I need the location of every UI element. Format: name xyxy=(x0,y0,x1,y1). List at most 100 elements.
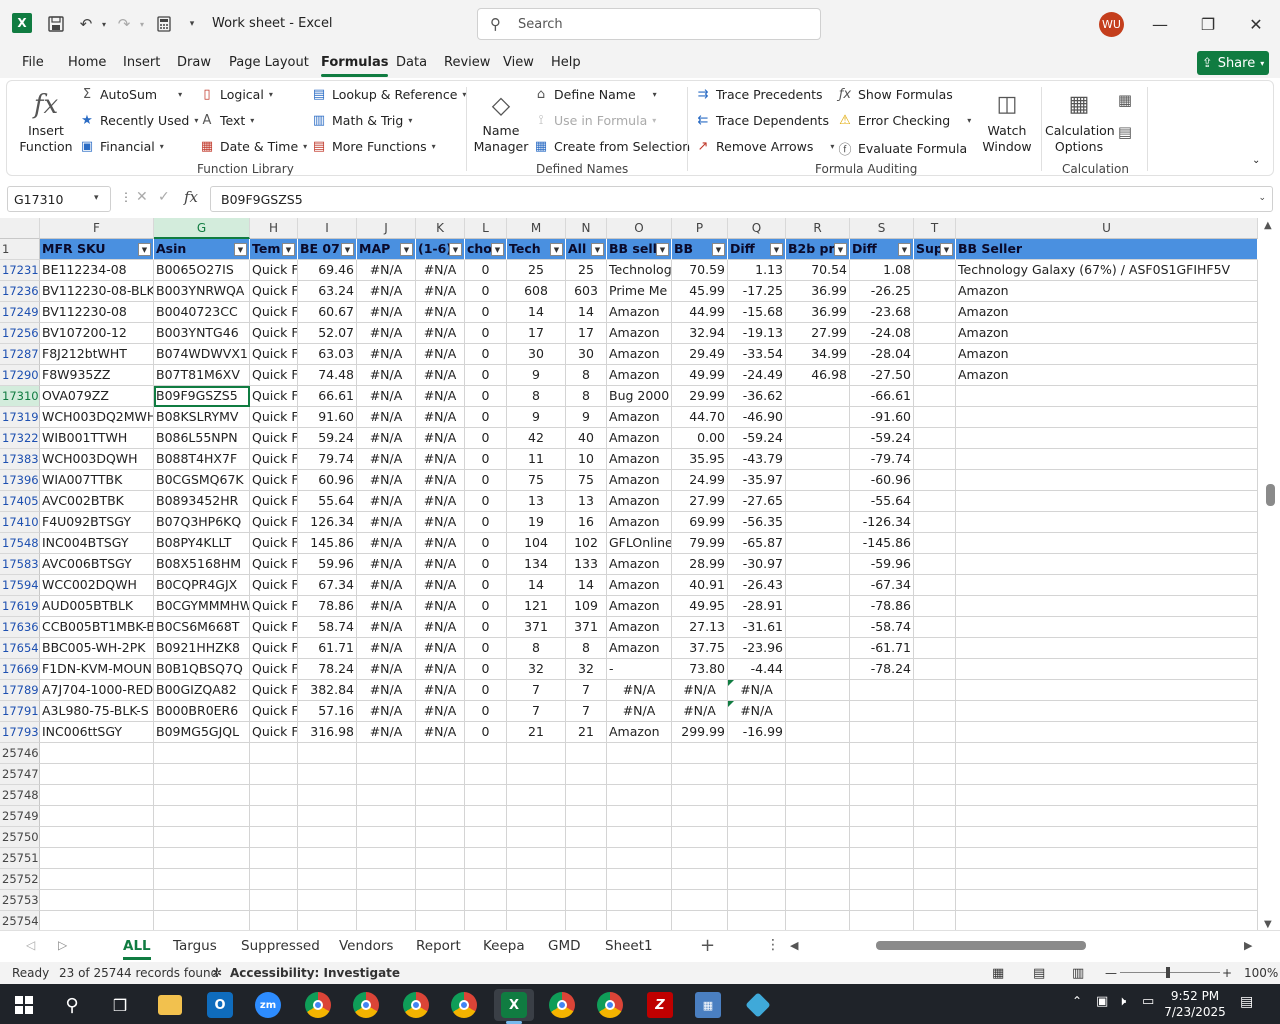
table-cell[interactable]: B086L55NPN xyxy=(154,428,250,449)
table-cell[interactable] xyxy=(672,764,728,785)
table-cell[interactable]: 30 xyxy=(507,344,566,365)
sheet-tab-all[interactable]: ALL xyxy=(123,938,151,960)
table-cell[interactable] xyxy=(786,743,850,764)
row-header[interactable]: 17290 xyxy=(0,365,40,386)
table-cell[interactable]: Quick F xyxy=(250,596,298,617)
table-cell[interactable]: B07Q3HP6KQ xyxy=(154,512,250,533)
table-cell[interactable]: 69.99 xyxy=(672,512,728,533)
table-header-cell[interactable]: BB Seller xyxy=(956,239,1258,260)
table-header-cell[interactable]: Diff ▼ xyxy=(850,239,914,260)
table-cell[interactable] xyxy=(728,764,786,785)
table-cell[interactable] xyxy=(914,554,956,575)
minimize-icon[interactable]: — xyxy=(1137,10,1183,38)
row-header[interactable]: 17791 xyxy=(0,701,40,722)
scroll-down-icon[interactable]: ▼ xyxy=(1264,919,1272,930)
create-from-selection-button[interactable]: ▦ Create from Selection xyxy=(533,139,690,154)
table-cell[interactable]: -28.91 xyxy=(728,596,786,617)
table-cell[interactable]: -36.62 xyxy=(728,386,786,407)
table-cell[interactable] xyxy=(914,302,956,323)
table-cell[interactable]: 0 xyxy=(465,491,507,512)
row-header[interactable]: 1 xyxy=(0,239,40,260)
table-cell[interactable] xyxy=(956,785,1258,806)
table-cell[interactable] xyxy=(672,785,728,806)
table-cell[interactable] xyxy=(465,890,507,911)
table-cell[interactable] xyxy=(914,323,956,344)
table-cell[interactable]: 37.75 xyxy=(672,638,728,659)
table-cell[interactable] xyxy=(786,554,850,575)
table-cell[interactable] xyxy=(40,890,154,911)
table-cell[interactable] xyxy=(357,848,416,869)
table-cell[interactable]: 7 xyxy=(507,680,566,701)
table-cell[interactable]: 126.34 xyxy=(298,512,357,533)
table-cell[interactable]: AVC006BTSGY xyxy=(40,554,154,575)
table-cell[interactable] xyxy=(357,911,416,930)
tab-help[interactable]: Help xyxy=(551,55,581,70)
table-cell[interactable] xyxy=(728,806,786,827)
table-cell[interactable] xyxy=(566,743,607,764)
chrome-profile-icon[interactable] xyxy=(396,989,436,1021)
table-cell[interactable]: 30 xyxy=(566,344,607,365)
table-cell[interactable]: -4.44 xyxy=(728,659,786,680)
row-header[interactable]: 25754 xyxy=(0,911,40,930)
column-header[interactable]: T xyxy=(914,218,956,239)
table-cell[interactable] xyxy=(298,890,357,911)
table-cell[interactable] xyxy=(607,890,672,911)
table-cell[interactable] xyxy=(507,743,566,764)
table-cell[interactable] xyxy=(956,848,1258,869)
table-cell[interactable]: B0CGSMQ67K xyxy=(154,470,250,491)
table-cell[interactable]: AVC002BTBK xyxy=(40,491,154,512)
table-cell[interactable]: 0.00 xyxy=(672,428,728,449)
table-header-cell[interactable]: (1-6) ▼ xyxy=(416,239,465,260)
table-cell[interactable]: B003YNRWQA xyxy=(154,281,250,302)
table-cell[interactable] xyxy=(786,890,850,911)
table-cell[interactable]: 66.61 xyxy=(298,386,357,407)
table-cell[interactable]: #N/A xyxy=(357,617,416,638)
table-cell[interactable]: -28.04 xyxy=(850,344,914,365)
table-cell[interactable]: 13 xyxy=(566,491,607,512)
table-cell[interactable]: B0040723CC xyxy=(154,302,250,323)
table-cell[interactable] xyxy=(956,554,1258,575)
table-cell[interactable] xyxy=(566,869,607,890)
table-cell[interactable]: 9 xyxy=(507,407,566,428)
row-header[interactable]: 17669 xyxy=(0,659,40,680)
table-cell[interactable]: 70.54 xyxy=(786,260,850,281)
table-cell[interactable] xyxy=(416,869,465,890)
table-cell[interactable]: #N/A xyxy=(357,302,416,323)
table-cell[interactable]: 49.99 xyxy=(672,365,728,386)
table-cell[interactable]: Amazon xyxy=(607,575,672,596)
table-cell[interactable] xyxy=(956,827,1258,848)
row-header[interactable]: 17594 xyxy=(0,575,40,596)
table-cell[interactable] xyxy=(416,743,465,764)
row-header[interactable]: 17256 xyxy=(0,323,40,344)
table-cell[interactable]: B074WDWVX1 xyxy=(154,344,250,365)
table-cell[interactable]: 0 xyxy=(465,512,507,533)
table-cell[interactable] xyxy=(40,806,154,827)
tab-formulas[interactable]: Formulas xyxy=(321,55,389,77)
table-cell[interactable] xyxy=(914,722,956,743)
table-cell[interactable] xyxy=(728,827,786,848)
table-cell[interactable]: #N/A xyxy=(357,323,416,344)
table-cell[interactable] xyxy=(850,848,914,869)
table-cell[interactable]: 75 xyxy=(566,470,607,491)
table-cell[interactable]: #N/A xyxy=(416,323,465,344)
table-cell[interactable] xyxy=(566,890,607,911)
table-cell[interactable]: -58.74 xyxy=(850,617,914,638)
table-cell[interactable] xyxy=(507,869,566,890)
table-cell[interactable] xyxy=(850,869,914,890)
table-cell[interactable] xyxy=(250,806,298,827)
table-cell[interactable]: 11 xyxy=(507,449,566,470)
table-cell[interactable] xyxy=(298,869,357,890)
table-cell[interactable] xyxy=(914,365,956,386)
date-time-button[interactable]: ▦ Date & Time ▾ xyxy=(199,139,307,154)
table-cell[interactable] xyxy=(956,617,1258,638)
column-header[interactable]: K xyxy=(416,218,465,239)
table-cell[interactable] xyxy=(298,764,357,785)
error-indicator-icon[interactable] xyxy=(728,680,734,686)
table-cell[interactable] xyxy=(786,449,850,470)
table-header-cell[interactable]: Tech ▼ xyxy=(507,239,566,260)
table-cell[interactable]: F1DN-KVM-MOUN xyxy=(40,659,154,680)
table-cell[interactable]: 0 xyxy=(465,659,507,680)
row-header[interactable]: 25750 xyxy=(0,827,40,848)
table-cell[interactable] xyxy=(786,827,850,848)
row-header[interactable]: 17236 xyxy=(0,281,40,302)
